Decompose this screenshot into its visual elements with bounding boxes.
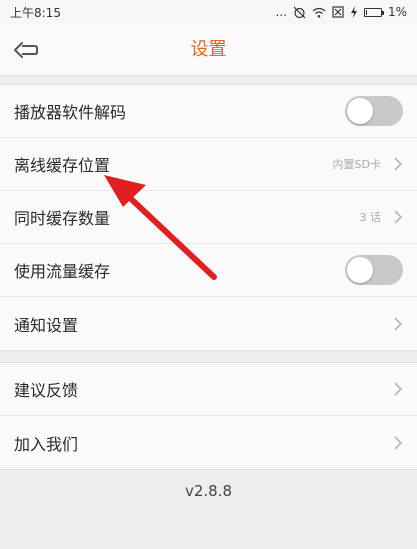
setting-row-feedback[interactable]: 建议反馈 xyxy=(0,363,417,416)
setting-label: 使用流量缓存 xyxy=(14,262,111,281)
setting-row-cache-location[interactable]: 离线缓存位置 内置SD卡 xyxy=(0,138,417,191)
hardware-decode-toggle[interactable] xyxy=(345,96,403,126)
battery-percent: 1% xyxy=(387,5,407,19)
setting-value: 3 话 xyxy=(359,211,382,224)
setting-row-concurrent-cache[interactable]: 同时缓存数量 3 话 xyxy=(0,191,417,244)
setting-label: 通知设置 xyxy=(14,315,79,335)
setting-row-mobile-data-cache[interactable]: 使用流量缓存 xyxy=(0,244,417,297)
settings-group-about: 建议反馈 加入我们 xyxy=(0,362,417,470)
setting-row-join-us[interactable]: 加入我们 xyxy=(0,416,417,469)
status-time: 上午8:15 xyxy=(10,5,61,20)
setting-row-notifications[interactable]: 通知设置 xyxy=(0,297,417,350)
chevron-right-icon xyxy=(394,157,403,171)
setting-label: 播放器软件解码 xyxy=(14,103,127,122)
setting-label: 同时缓存数量 xyxy=(14,209,111,228)
wifi-icon xyxy=(312,7,326,18)
setting-label: 加入我们 xyxy=(14,434,79,454)
app-version: v2.8.8 xyxy=(184,482,233,500)
chevron-right-icon xyxy=(394,435,403,450)
sim-off-icon xyxy=(332,6,344,18)
toggle-knob xyxy=(347,257,373,283)
battery-icon xyxy=(363,7,384,17)
chevron-right-icon xyxy=(394,210,403,224)
alarm-off-icon xyxy=(293,6,306,18)
setting-row-hardware-decode[interactable]: 播放器软件解码 xyxy=(0,85,417,138)
setting-value: 内置SD卡 xyxy=(332,158,381,171)
battery-fill xyxy=(365,9,367,15)
page-title: 设置 xyxy=(190,39,227,60)
mobile-data-cache-toggle[interactable] xyxy=(345,255,403,285)
status-dots: ... xyxy=(275,5,287,19)
header-bar: 设置 xyxy=(0,24,417,76)
status-icons: ... 1% xyxy=(276,5,408,19)
toggle-knob xyxy=(347,98,373,124)
setting-label: 建议反馈 xyxy=(14,381,79,400)
charging-icon xyxy=(350,6,357,18)
chevron-right-icon xyxy=(394,382,403,396)
settings-group-general: 播放器软件解码 离线缓存位置 内置SD卡 同时缓存数量 3 话 使用流量缓存 通… xyxy=(0,84,417,351)
chevron-right-icon xyxy=(394,316,403,331)
setting-label: 离线缓存位置 xyxy=(14,156,111,175)
status-bar: 上午8:15 ... 1% xyxy=(0,0,417,24)
